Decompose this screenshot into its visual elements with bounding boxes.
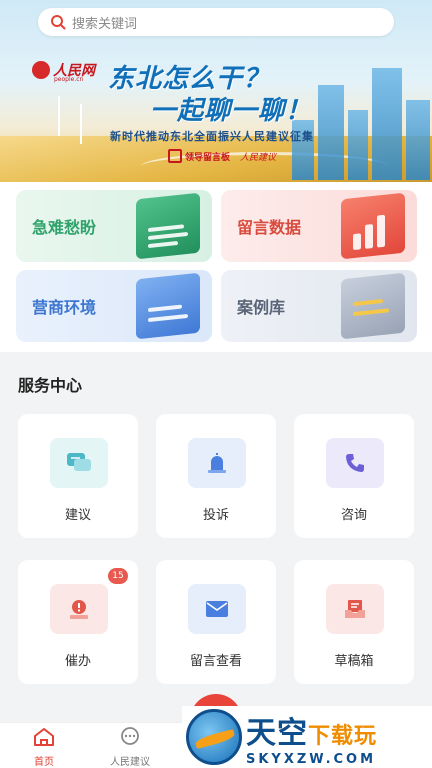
card-message-data[interactable]: 留言数据 — [221, 190, 417, 262]
handshake-icon — [136, 272, 200, 340]
chart-icon — [341, 192, 405, 260]
site-watermark: 天空下载玩 SKYXZW.COM — [182, 706, 432, 768]
card-label: 案例库 — [237, 298, 286, 317]
tab-label: 首页 — [34, 757, 54, 768]
service-label: 催办 — [64, 654, 91, 669]
phone-icon — [326, 438, 384, 488]
drafts-tray-icon — [326, 584, 384, 634]
banner-subtitle: 新时代推动东北全面振兴人民建议征集 — [110, 130, 314, 143]
urge-alert-icon — [50, 584, 108, 634]
service-view-messages[interactable]: 留言查看 — [156, 560, 276, 684]
service-urge[interactable]: 15 催办 — [18, 560, 138, 684]
search-icon — [51, 15, 66, 30]
service-complaint[interactable]: 投诉 — [156, 414, 276, 538]
service-drafts[interactable]: 草稿箱 — [294, 560, 414, 684]
windmill-decoration — [80, 104, 82, 144]
chat-bubble-icon — [50, 438, 108, 488]
banner-headline-2: 一起聊一聊！ — [150, 96, 313, 126]
top-banner[interactable]: 搜索关键词 人民网 people.cn 东北怎么干？ 一起聊一聊！ 新时代推动东… — [0, 0, 432, 182]
tab-home[interactable]: 首页 — [4, 727, 84, 768]
tab-people-suggestion[interactable]: 人民建议 — [90, 727, 170, 768]
search-placeholder: 搜索关键词 — [72, 16, 138, 32]
card-label: 留言数据 — [237, 218, 302, 237]
people-daily-logo: 人民网 people.cn — [32, 60, 95, 83]
partner-leader-board: 领导留言板 — [168, 149, 230, 163]
alarm-light-icon — [188, 438, 246, 488]
service-label: 草稿箱 — [334, 654, 374, 669]
service-label: 咨询 — [340, 508, 367, 523]
clipboard-icon — [136, 192, 200, 260]
notification-badge: 15 — [108, 568, 128, 584]
tab-label: 人民建议 — [110, 757, 150, 768]
quick-cards-panel: 急难愁盼 留言数据 营商环境 案例库 — [0, 182, 432, 352]
service-suggestion[interactable]: 建议 — [18, 414, 138, 538]
partner-people-suggestion: 人民建议 — [240, 152, 277, 163]
card-business-environment[interactable]: 营商环境 — [16, 270, 212, 342]
home-icon — [34, 728, 54, 746]
document-tray-icon — [341, 272, 405, 340]
card-label: 急难愁盼 — [32, 218, 97, 237]
watermark-title: 天空下载玩 — [246, 715, 378, 751]
card-case-library[interactable]: 案例库 — [221, 270, 417, 342]
envelope-icon — [188, 584, 246, 634]
card-urgent-needs[interactable]: 急难愁盼 — [16, 190, 212, 262]
service-consult[interactable]: 咨询 — [294, 414, 414, 538]
service-label: 留言查看 — [189, 654, 242, 669]
watermark-url: SKYXZW.COM — [246, 751, 377, 767]
globe-logo-icon — [186, 709, 242, 765]
service-label: 建议 — [64, 508, 91, 523]
windmill-decoration — [58, 96, 60, 136]
banner-partners: 领导留言板 人民建议 — [168, 149, 276, 163]
service-label: 投诉 — [202, 508, 229, 523]
service-center-title: 服务中心 — [18, 376, 83, 395]
card-label: 营商环境 — [32, 298, 97, 317]
message-dots-icon — [121, 727, 139, 745]
search-bar[interactable]: 搜索关键词 — [38, 8, 394, 36]
